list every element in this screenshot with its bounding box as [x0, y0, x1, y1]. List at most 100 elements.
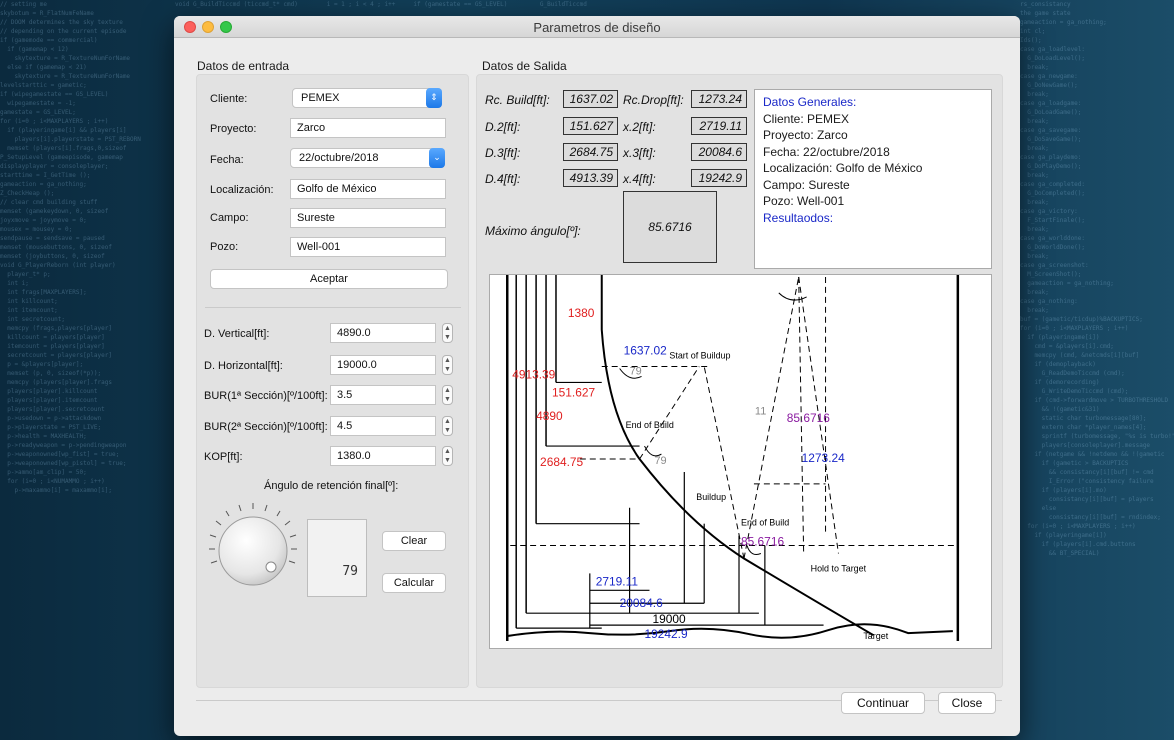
fecha-label: Fecha: [210, 154, 244, 166]
cliente-select-value: PEMEX [301, 92, 340, 104]
x4-label: x.4[ft]: [623, 172, 656, 186]
label-d2: 151.627 [552, 385, 595, 399]
background-code-right: rs_consistancy the game state gameaction… [1020, 1, 1174, 557]
label-buildup: Buildup [696, 492, 726, 502]
chevron-down-icon: ⌄ [429, 148, 445, 168]
close-button[interactable]: Close [938, 692, 996, 714]
label-hold-to-target: Hold to Target [811, 563, 867, 573]
fecha-select[interactable]: 22/octubre/2018 ⌄ [290, 148, 445, 168]
aceptar-button[interactable]: Aceptar [210, 269, 448, 289]
max-angle-value: 85.6716 [623, 191, 717, 263]
datos-entrada-panel: Cliente: PEMEX ⇕ Proyecto: Zarco Fecha: … [196, 74, 469, 688]
background-code-top: void G_BuildTiccmd (ticcmd_t* cmd) i = 1… [175, 1, 587, 8]
x2-value: 2719.11 [691, 117, 747, 135]
clear-button[interactable]: Clear [382, 531, 446, 551]
datos-salida-title: Datos de Salida [482, 59, 567, 73]
label-d4: 4913.39 [512, 367, 555, 381]
datos-generales-box: Datos Generales: Cliente: PEMEX Proyecto… [754, 89, 992, 269]
proyecto-label: Proyecto: [210, 123, 257, 135]
generales-proyecto: Proyecto: Zarco [763, 128, 848, 142]
label-angle-mid: 79 [654, 455, 666, 467]
label-d3: 2684.75 [540, 455, 583, 469]
label-start-buildup: Start of Buildup [669, 351, 730, 361]
datos-salida-panel: Rc. Build[ft]: 1637.02 Rc.Drop[ft]: 1273… [476, 74, 1003, 688]
continuar-button[interactable]: Continuar [841, 692, 925, 714]
pozo-label: Pozo: [210, 241, 239, 253]
d-vertical-label: D. Vertical[ft]: [204, 328, 270, 340]
d3-label: D.3[ft]: [485, 146, 521, 160]
label-rc-drop: 1273.24 [802, 451, 845, 465]
generales-resultados: Resultaodos: [763, 210, 834, 225]
max-angle-label: Máximo ángulo[º]: [485, 224, 581, 238]
generales-campo: Campo: Sureste [763, 177, 850, 192]
fecha-select-value: 22/octubre/2018 [299, 152, 379, 164]
chevron-updown-icon: ⇕ [426, 88, 442, 108]
generales-fecha: Fecha: 22/octubre/2018 [763, 144, 890, 159]
kop-stepper[interactable]: ▲ ▼ [442, 446, 453, 466]
d-horizontal-label: D. Horizontal[ft]: [204, 360, 283, 372]
label-x4: 19242.9 [645, 627, 688, 641]
calcular-button[interactable]: Calcular [382, 573, 446, 593]
angle-dial[interactable] [205, 499, 301, 595]
rc-drop-value: 1273.24 [691, 90, 747, 108]
label-x3: 20084.6 [620, 596, 663, 610]
angulo-retencion-label: Ángulo de retención final[º]: [264, 480, 399, 492]
label-x-horiz: 19000 [652, 612, 686, 626]
d-vertical-stepper[interactable]: ▲ ▼ [442, 323, 453, 343]
label-x2: 2719.11 [596, 574, 639, 588]
label-rc-build: 1637.02 [624, 344, 667, 358]
localizacion-input[interactable]: Golfo de México [290, 179, 446, 199]
kop-input[interactable]: 1380.0 [330, 446, 436, 466]
bur2-stepper[interactable]: ▲ ▼ [442, 416, 453, 436]
localizacion-label: Localización: [210, 184, 274, 196]
x4-value: 19242.9 [691, 169, 747, 187]
cliente-select[interactable]: PEMEX ⇕ [292, 88, 442, 108]
x3-label: x.3[ft]: [623, 146, 656, 160]
rc-build-value: 1637.02 [563, 90, 618, 108]
d-vertical-input[interactable]: 4890.0 [330, 323, 436, 343]
bur2-input[interactable]: 4.5 [330, 416, 436, 436]
bur2-label: BUR(2ª Sección)[º/100ft]: [204, 421, 328, 433]
divider [205, 307, 461, 308]
generales-cliente: Cliente: PEMEX [763, 111, 850, 126]
generales-pozo: Pozo: Well-001 [763, 194, 845, 208]
d-horizontal-stepper[interactable]: ▲ ▼ [442, 355, 453, 375]
campo-label: Campo: [210, 212, 249, 224]
bur1-stepper[interactable]: ▲ ▼ [442, 385, 453, 405]
angle-lcd-display: 79 [307, 519, 367, 597]
label-max-angle: 85.6716 [787, 411, 830, 425]
angle-lcd-value: 79 [342, 564, 358, 579]
label-end-of-build: End of Build [626, 420, 674, 430]
d4-label: D.4[ft]: [485, 172, 521, 186]
label-end-of-build-2: End of Build [741, 518, 789, 528]
kop-label: KOP[ft]: [204, 451, 243, 463]
rc-build-label: Rc. Build[ft]: [485, 93, 550, 107]
x3-value: 20084.6 [691, 143, 747, 161]
d2-label: D.2[ft]: [485, 120, 521, 134]
main-window: Parametros de diseño Datos de entrada Cl… [174, 16, 1020, 736]
bur1-input[interactable]: 3.5 [330, 385, 436, 405]
label-target: Target [863, 631, 888, 641]
background-code-left: // setting me skybotum = R_FlatNumFeName… [0, 1, 141, 494]
x2-label: x.2[ft]: [623, 120, 656, 134]
window-title: Parametros de diseño [533, 20, 661, 35]
rc-drop-label: Rc.Drop[ft]: [623, 93, 684, 107]
d-horizontal-input[interactable]: 19000.0 [330, 355, 436, 375]
campo-input[interactable]: Sureste [290, 208, 446, 228]
label-angle-top: 79 [630, 365, 642, 377]
generales-title: Datos Generales: [763, 95, 857, 109]
d3-value: 2684.75 [563, 143, 618, 161]
pozo-input[interactable]: Well-001 [290, 237, 446, 257]
d4-value: 4913.39 [563, 169, 618, 187]
title-bar: Parametros de diseño [174, 16, 1020, 38]
label-kop: 1380 [568, 306, 595, 320]
bur1-label: BUR(1ª Sección)[º/100ft]: [204, 390, 328, 402]
label-d-vert: 4890 [536, 409, 563, 423]
d2-value: 151.627 [563, 117, 618, 135]
well-trajectory-diagram: 1380 1637.02 Start of Buildup 79 4913.39… [489, 274, 992, 649]
generales-localizacion: Localización: Golfo de México [763, 161, 923, 175]
label-angle-bottom: 85.6716 [741, 535, 784, 549]
label-angle-right: 11 [755, 405, 766, 417]
proyecto-input[interactable]: Zarco [290, 118, 446, 138]
datos-entrada-title: Datos de entrada [197, 59, 290, 73]
